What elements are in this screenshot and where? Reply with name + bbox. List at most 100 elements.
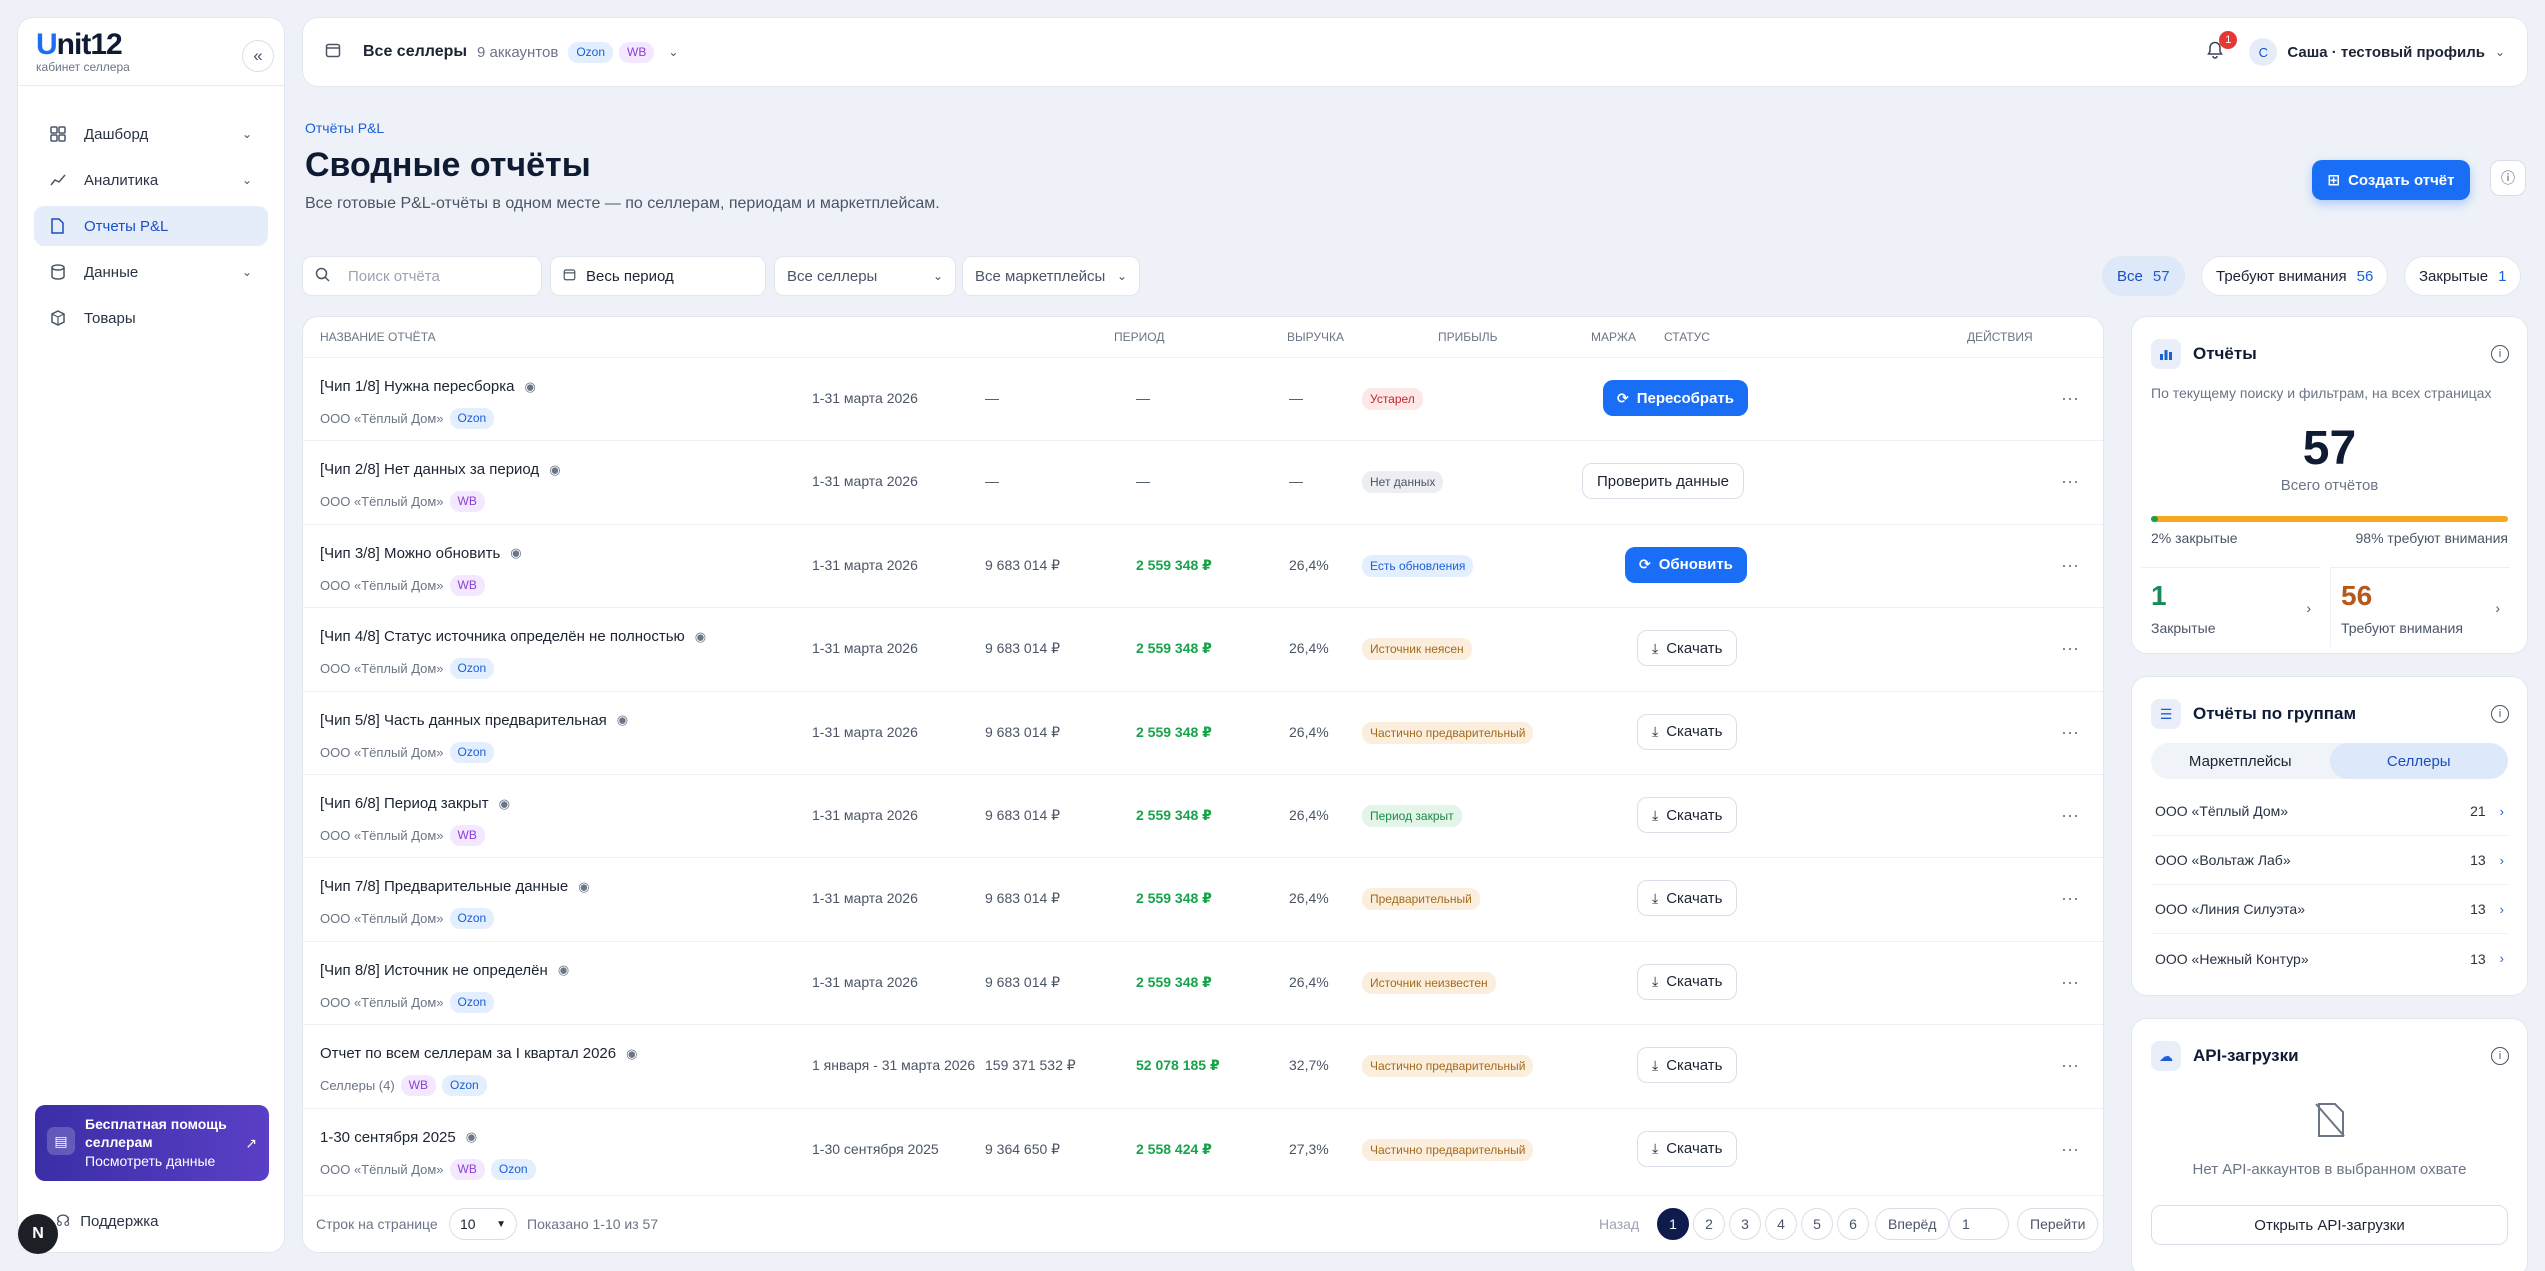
page-button[interactable]: 5 [1801, 1208, 1833, 1240]
row-action-button[interactable]: ⟳ Пересобрать [1603, 380, 1749, 416]
logo[interactable]: Unit12 кабинет селлера [36, 28, 130, 74]
promo-banner[interactable]: ▤ Бесплатная помощь селлерам Посмотреть … [35, 1105, 269, 1181]
sidebar-item-analytics[interactable]: Аналитика ⌄ [34, 160, 268, 200]
closed-kpi[interactable]: 1 Закрытые › [2141, 567, 2321, 647]
row-action-button[interactable]: ⤓ Скачать [1637, 963, 1738, 1000]
row-action-button[interactable]: ⤓ Скачать [1637, 797, 1738, 833]
segment-closed[interactable]: Закрытые 1 [2404, 256, 2522, 296]
group-item[interactable]: ООО «Линия Силуэта» 13 › [2151, 885, 2508, 934]
eye-icon[interactable]: ◉ [695, 629, 706, 645]
eye-icon[interactable]: ◉ [510, 545, 521, 561]
breadcrumb[interactable]: Отчёты P&L [305, 120, 384, 136]
collapse-sidebar-button[interactable]: « [242, 40, 274, 72]
tab-sellers[interactable]: Селлеры [2329, 743, 2508, 779]
report-name[interactable]: [Чип 2/8] Нет данных за период [320, 461, 539, 478]
group-item[interactable]: ООО «Нежный Контур» 13 › [2151, 934, 2508, 983]
more-options-icon[interactable]: ··· [2061, 805, 2079, 826]
eye-icon[interactable]: ◉ [466, 1129, 477, 1145]
report-name[interactable]: [Чип 8/8] Источник не определён [320, 962, 548, 979]
segment-all[interactable]: Все 57 [2102, 256, 2185, 296]
eye-icon[interactable]: ◉ [617, 712, 628, 728]
sidebar-item-pl-reports[interactable]: Отчеты P&L [34, 206, 268, 246]
search-input[interactable]: Поиск отчёта [302, 256, 542, 296]
user-menu[interactable]: С Саша · тестовый профиль ⌄ [2249, 38, 2505, 66]
notifications-button[interactable]: 1 [2207, 30, 2238, 64]
table-row[interactable]: 1-30 сентября 2025 ◉ ООО «Тёплый Дом» WB Ozo… [303, 1107, 2103, 1191]
rows-per-page-select[interactable]: 10 ▼ [449, 1208, 517, 1240]
eye-icon[interactable]: ◉ [525, 379, 536, 395]
report-name[interactable]: [Чип 5/8] Часть данных предварительная [320, 712, 607, 729]
next-page-button[interactable]: Вперёд [1875, 1208, 1950, 1240]
report-name[interactable]: 1-30 сентября 2025 [320, 1129, 456, 1146]
table-row[interactable]: Отчет по всем селлерам за I квартал 2026… [303, 1024, 2103, 1107]
sidebar-item-dashboard[interactable]: Дашборд ⌄ [34, 114, 268, 154]
eye-icon[interactable]: ◉ [578, 879, 589, 895]
row-action-button[interactable]: ⤓ Скачать [1637, 1130, 1738, 1167]
report-name[interactable]: [Чип 3/8] Можно обновить [320, 545, 500, 562]
more-options-icon[interactable]: ··· [2061, 888, 2079, 909]
report-name[interactable]: [Чип 4/8] Статус источника определён не … [320, 628, 685, 645]
row-action-button[interactable]: ⤓ Скачать [1637, 1047, 1738, 1084]
create-report-button[interactable]: ⊞ Создать отчёт [2312, 160, 2470, 200]
period-filter[interactable]: Весь период [550, 256, 766, 296]
more-options-icon[interactable]: ··· [2061, 471, 2079, 492]
eye-icon[interactable]: ◉ [549, 462, 560, 478]
more-options-icon[interactable]: ··· [2061, 972, 2079, 993]
more-options-icon[interactable]: ··· [2061, 1055, 2079, 1076]
table-row[interactable]: [Чип 7/8] Предварительные данные ◉ ООО «Тё… [303, 857, 2103, 940]
report-name[interactable]: [Чип 7/8] Предварительные данные [320, 878, 568, 895]
row-action-button[interactable]: ⤓ Скачать [1637, 880, 1738, 917]
prev-page-button[interactable]: Назад [1599, 1208, 1639, 1240]
seller-selector[interactable]: Все селлеры 9 аккаунтов Ozon WB ⌄ [363, 41, 678, 63]
info-icon[interactable]: i [2491, 705, 2509, 723]
goto-page-button[interactable]: Перейти [2017, 1208, 2099, 1240]
table-row[interactable]: [Чип 8/8] Источник не определён ◉ ООО «Тёп… [303, 940, 2103, 1024]
more-options-icon[interactable]: ··· [2061, 1139, 2079, 1160]
info-icon[interactable]: i [2491, 1047, 2509, 1065]
table-row[interactable]: [Чип 3/8] Можно обновить ◉ ООО «Тёплый Дом… [303, 523, 2103, 607]
table-row[interactable]: [Чип 2/8] Нет данных за период ◉ ООО «Тёпл… [303, 440, 2103, 523]
marketplaces-filter[interactable]: Все маркетплейсы ⌄ [962, 256, 1140, 296]
more-options-icon[interactable]: ··· [2061, 722, 2079, 743]
more-options-icon[interactable]: ··· [2061, 388, 2079, 409]
sidebar-item-products[interactable]: Товары [34, 298, 268, 338]
report-name[interactable]: [Чип 1/8] Нужна пересборка [320, 378, 515, 395]
column-header-revenue[interactable]: Выручка [1287, 317, 1344, 357]
page-button[interactable]: 2 [1693, 1208, 1725, 1240]
eye-icon[interactable]: ◉ [499, 796, 510, 812]
tab-marketplaces[interactable]: Маркетплейсы [2151, 743, 2330, 779]
column-header-name[interactable]: Название отчёта [320, 317, 436, 357]
row-action-button[interactable]: ⤓ Скачать [1637, 713, 1738, 750]
group-item[interactable]: ООО «Вольтаж Лаб» 13 › [2151, 836, 2508, 885]
support-link[interactable]: ☊ Поддержка [56, 1211, 158, 1231]
sellers-filter[interactable]: Все селлеры ⌄ [774, 256, 956, 296]
table-row[interactable]: [Чип 4/8] Статус источника определён не … [303, 607, 2103, 690]
report-name[interactable]: Отчет по всем селлерам за I квартал 2026 [320, 1045, 616, 1062]
eye-icon[interactable]: ◉ [558, 962, 569, 978]
more-options-icon[interactable]: ··· [2061, 638, 2079, 659]
avatar[interactable]: N [18, 1214, 58, 1254]
segment-attention[interactable]: Требуют внимания 56 [2201, 256, 2389, 296]
row-action-button[interactable]: ⟳ Обновить [1625, 546, 1747, 583]
table-row[interactable]: [Чип 6/8] Период закрыт ◉ ООО «Тёплый Дом»… [303, 774, 2103, 857]
eye-icon[interactable]: ◉ [626, 1046, 637, 1062]
column-header-period[interactable]: Период [1114, 317, 1164, 357]
table-row[interactable]: [Чип 5/8] Часть данных предварительная ◉ О… [303, 690, 2103, 774]
page-button[interactable]: 1 [1657, 1208, 1689, 1240]
group-item[interactable]: ООО «Тёплый Дом» 21 › [2151, 787, 2508, 836]
report-name[interactable]: [Чип 6/8] Период закрыт [320, 795, 489, 812]
page-button[interactable]: 6 [1837, 1208, 1869, 1240]
row-action-button[interactable]: ⤓ Скачать [1637, 630, 1738, 667]
open-api-uploads-button[interactable]: Открыть API-загрузки [2151, 1205, 2508, 1245]
sidebar-item-data[interactable]: Данные ⌄ [34, 252, 268, 292]
column-header-margin[interactable]: Маржа [1591, 317, 1636, 357]
table-row[interactable]: [Чип 1/8] Нужна пересборка ◉ ООО «Тёплый Д… [303, 357, 2103, 440]
page-button[interactable]: 4 [1765, 1208, 1797, 1240]
info-icon[interactable]: i [2491, 345, 2509, 363]
page-button[interactable]: 3 [1729, 1208, 1761, 1240]
column-header-status[interactable]: Статус [1664, 317, 1710, 357]
goto-page-input[interactable]: 1 [1949, 1208, 2009, 1240]
column-header-profit[interactable]: Прибыль [1438, 317, 1498, 357]
info-button[interactable]: ⓘ [2490, 160, 2526, 196]
attention-kpi[interactable]: 56 Требуют внимания › [2330, 567, 2510, 647]
